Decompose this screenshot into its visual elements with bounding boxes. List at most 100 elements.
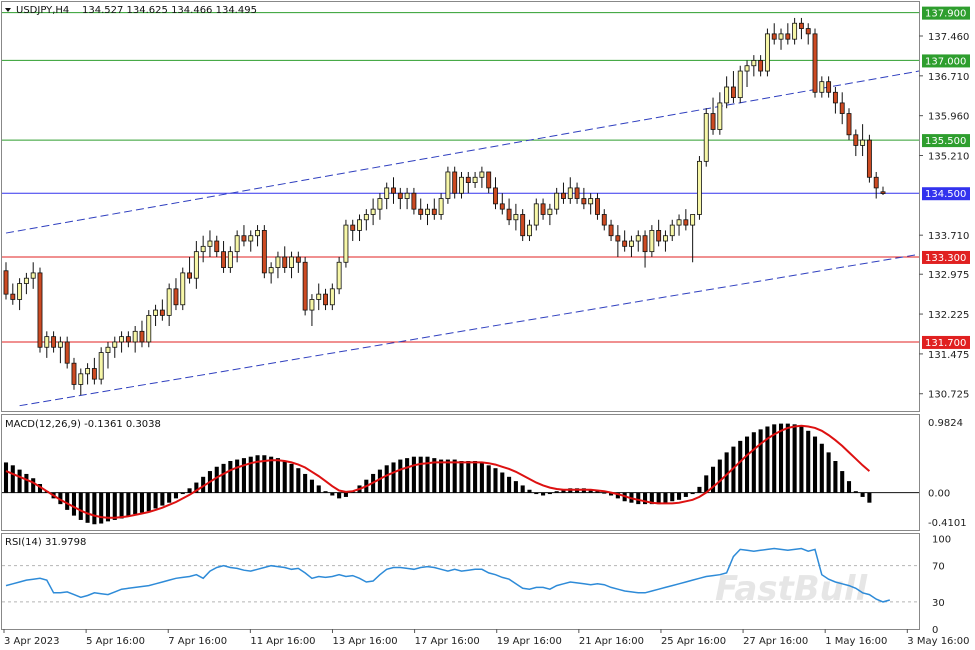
candle-body — [520, 214, 526, 237]
candle-body — [323, 293, 328, 306]
candle-body — [690, 214, 696, 226]
macd-bar-45 — [309, 479, 314, 493]
candle-body — [425, 208, 430, 215]
level-tag-label-1: 137.000 — [925, 56, 966, 67]
price-tick-label-3: 135.210 — [928, 152, 969, 163]
macd-bar-97 — [663, 492, 668, 503]
candle-body — [309, 299, 315, 311]
macd-bar-55 — [377, 469, 382, 493]
candle-body — [601, 214, 607, 226]
forex-chart[interactable]: FastBull 137.900 137.000 135.500 134.500 133… — [0, 0, 975, 650]
candle-119[interactable] — [812, 28, 818, 98]
candle-body — [812, 33, 818, 93]
candle-body — [214, 240, 220, 253]
macd-bar-123 — [840, 471, 845, 493]
candle-body — [391, 187, 396, 194]
candle-body — [486, 171, 492, 189]
macd-bar-77 — [527, 489, 532, 493]
macd-bar-88 — [602, 492, 607, 494]
candle-14[interactable] — [98, 347, 104, 385]
candle-127[interactable] — [866, 134, 872, 183]
candle-body — [853, 134, 859, 146]
candle-body — [384, 187, 390, 199]
price-tick-label-0: 137.460 — [928, 32, 969, 43]
macd-bar-58 — [398, 459, 403, 493]
candle-5[interactable] — [37, 267, 43, 353]
macd-bar-100 — [683, 492, 688, 497]
candle-body — [547, 208, 553, 215]
macd-bar-12 — [85, 492, 90, 523]
macd-bar-9 — [65, 492, 70, 510]
candle-body — [295, 256, 301, 263]
candle-body — [370, 208, 376, 215]
candle-body — [635, 235, 641, 242]
candle-body — [234, 235, 240, 253]
x-tick-label-6: 19 Apr 16:00 — [497, 636, 562, 647]
candle-65[interactable] — [445, 166, 451, 204]
candle-body — [30, 272, 36, 279]
candle-body — [91, 368, 97, 380]
price-tick-label-5: 132.975 — [928, 270, 969, 281]
candle-body — [85, 368, 91, 375]
candle-body — [826, 81, 832, 93]
candle-38[interactable] — [261, 225, 267, 279]
candle-body — [329, 288, 335, 306]
candle-body — [588, 198, 594, 205]
x-tick-label-4: 13 Apr 16:00 — [332, 636, 397, 647]
macd-bar-50 — [343, 492, 348, 497]
rsi-tick-label-3: 0 — [932, 625, 938, 636]
candle-108[interactable] — [737, 65, 743, 103]
candle-body — [785, 33, 791, 40]
macd-bar-0 — [3, 462, 9, 493]
price-tick-label-4: 133.710 — [928, 231, 969, 242]
candle-26[interactable] — [180, 267, 186, 311]
macd-bar-71 — [486, 465, 491, 493]
macd-bar-10 — [71, 492, 77, 516]
candle-44[interactable] — [302, 256, 308, 316]
candle-body — [159, 309, 165, 316]
x-tick-label-9: 27 Apr 16:00 — [743, 636, 808, 647]
macd-bar-2 — [17, 469, 22, 493]
x-tick-label-10: 1 May 16:00 — [825, 636, 887, 647]
candle-102[interactable] — [697, 156, 702, 220]
macd-bar-65 — [445, 459, 450, 493]
level-tag-label-2: 135.500 — [925, 136, 966, 147]
candle-body — [23, 277, 29, 284]
candle-body — [17, 283, 23, 300]
candle-body — [64, 341, 70, 364]
candle-body — [663, 235, 668, 242]
macd-bar-23 — [160, 492, 165, 506]
candle-21[interactable] — [146, 310, 152, 348]
ohlc-values: 134.527 134.625 134.466 134.495 — [82, 5, 257, 16]
macd-bar-115 — [785, 423, 790, 493]
price-tick-label-7: 131.475 — [928, 350, 969, 361]
macd-bar-47 — [323, 491, 328, 493]
candle-body — [51, 336, 57, 348]
candle-50[interactable] — [343, 219, 349, 268]
macd-bar-108 — [738, 440, 743, 493]
macd-bar-22 — [153, 492, 158, 509]
macd-bar-73 — [500, 472, 505, 493]
candle-body — [187, 272, 192, 279]
candle-body — [839, 102, 845, 114]
macd-bar-112 — [765, 426, 770, 493]
candle-body — [540, 203, 546, 215]
candle-103[interactable] — [703, 108, 709, 167]
candle-body — [139, 330, 145, 343]
candle-112[interactable] — [764, 28, 770, 77]
candle-body — [336, 261, 342, 290]
candle-body — [193, 251, 199, 279]
candle-body — [832, 91, 838, 104]
macd-bar-80 — [547, 492, 552, 495]
candle-body — [302, 261, 308, 311]
candle-body — [411, 192, 417, 210]
candle-body — [710, 113, 716, 130]
candle-body — [445, 171, 451, 199]
candle-49[interactable] — [336, 256, 342, 295]
level-tag-label-3: 134.500 — [925, 189, 966, 200]
price-panel[interactable] — [1, 1, 920, 412]
macd-bar-111 — [758, 429, 763, 493]
macd-tick-label-1: 0.00 — [928, 489, 950, 500]
macd-bar-67 — [459, 461, 464, 493]
candle-body — [581, 198, 587, 205]
